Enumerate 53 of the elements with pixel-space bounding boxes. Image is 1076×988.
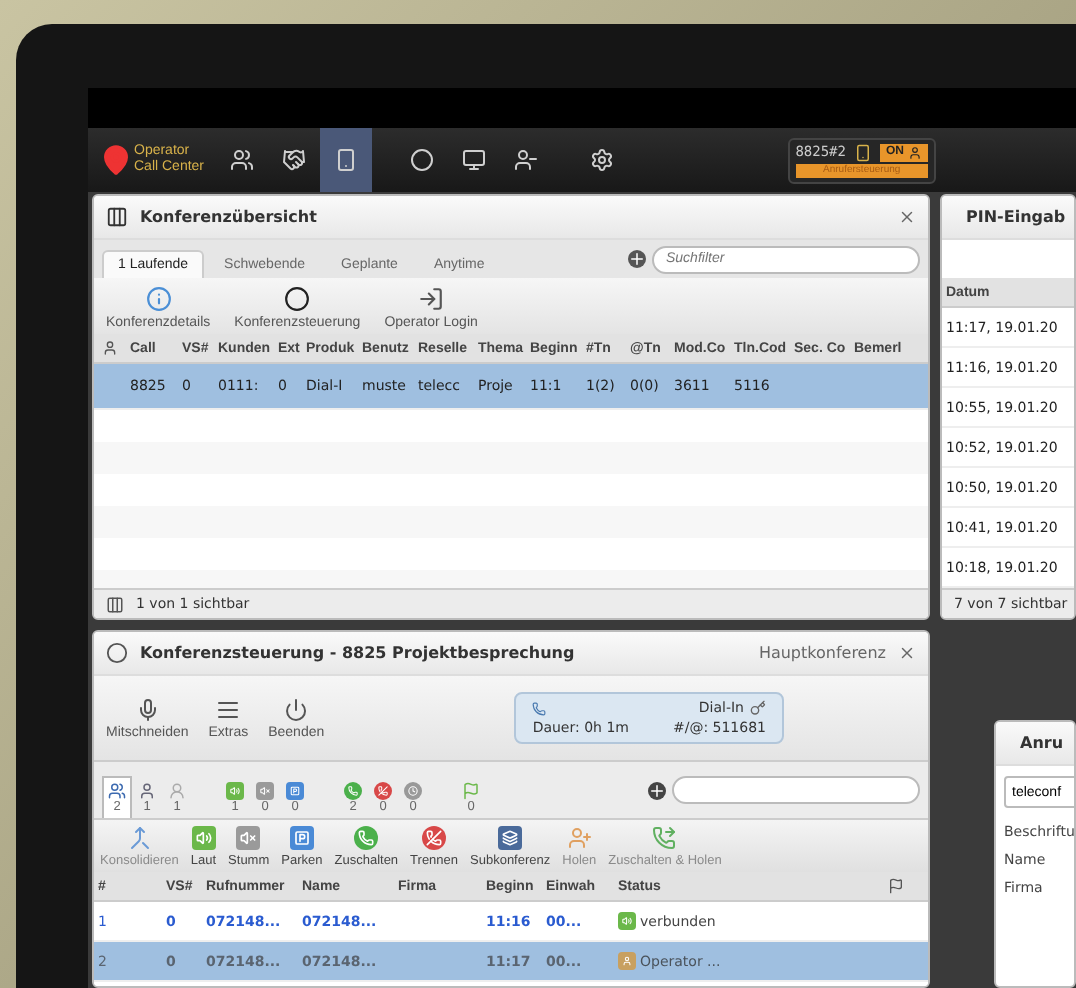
power-icon bbox=[284, 697, 309, 721]
speaker-icon bbox=[618, 912, 636, 930]
person-icon bbox=[102, 340, 118, 356]
phone-icon bbox=[334, 148, 359, 172]
muted-speaker-icon bbox=[236, 826, 261, 850]
map-pin-icon bbox=[100, 144, 132, 176]
columns-icon[interactable] bbox=[106, 595, 124, 613]
panel-title: Anru bbox=[1020, 734, 1064, 752]
hang-up-icon bbox=[422, 826, 447, 850]
phone-icon bbox=[854, 143, 872, 161]
panel-title: PIN-Eingab bbox=[966, 208, 1066, 226]
monitor-icon bbox=[462, 148, 487, 172]
user-plus-icon bbox=[567, 826, 592, 850]
ring-icon bbox=[284, 286, 311, 312]
merge-icon bbox=[127, 826, 152, 850]
info-icon bbox=[145, 286, 172, 312]
key-icon bbox=[750, 700, 766, 716]
context-text: Hauptkonferenz bbox=[758, 644, 886, 662]
login-icon bbox=[418, 286, 445, 312]
person-icon bbox=[138, 782, 156, 800]
parking-icon bbox=[286, 782, 304, 800]
phone-icon bbox=[344, 782, 362, 800]
muted-speaker-icon bbox=[256, 782, 274, 800]
users-icon bbox=[230, 148, 255, 172]
hang-up-icon bbox=[374, 782, 392, 800]
list-icon bbox=[216, 697, 241, 721]
phone-forward-icon bbox=[652, 826, 677, 850]
person-icon bbox=[908, 145, 922, 159]
users-icon bbox=[108, 782, 126, 800]
speaker-icon bbox=[191, 826, 216, 850]
panel-title: Konferenzübersicht bbox=[140, 208, 317, 226]
close-icon[interactable] bbox=[898, 644, 916, 662]
add-icon[interactable] bbox=[628, 250, 646, 268]
ring-icon bbox=[106, 642, 128, 664]
panel-title: Konferenzsteuerung - 8825 Projektbesprechung bbox=[140, 644, 575, 662]
search-field[interactable] bbox=[672, 776, 920, 804]
clock-icon bbox=[404, 782, 422, 800]
close-icon[interactable] bbox=[898, 208, 916, 226]
settings-icon bbox=[590, 148, 615, 172]
speaker-icon bbox=[226, 782, 244, 800]
layers-icon bbox=[498, 826, 523, 850]
person-outline-icon bbox=[168, 782, 186, 800]
user-minus-icon bbox=[514, 148, 539, 172]
add-icon[interactable] bbox=[648, 781, 666, 799]
parking-icon bbox=[289, 826, 314, 850]
flag-icon bbox=[888, 878, 904, 894]
operator-icon bbox=[618, 952, 636, 970]
phone-icon bbox=[354, 826, 379, 850]
handshake-icon bbox=[282, 148, 307, 172]
microphone-icon bbox=[135, 697, 160, 721]
phone-icon bbox=[532, 701, 547, 715]
flag-icon bbox=[462, 782, 480, 800]
circle-icon bbox=[410, 148, 435, 172]
